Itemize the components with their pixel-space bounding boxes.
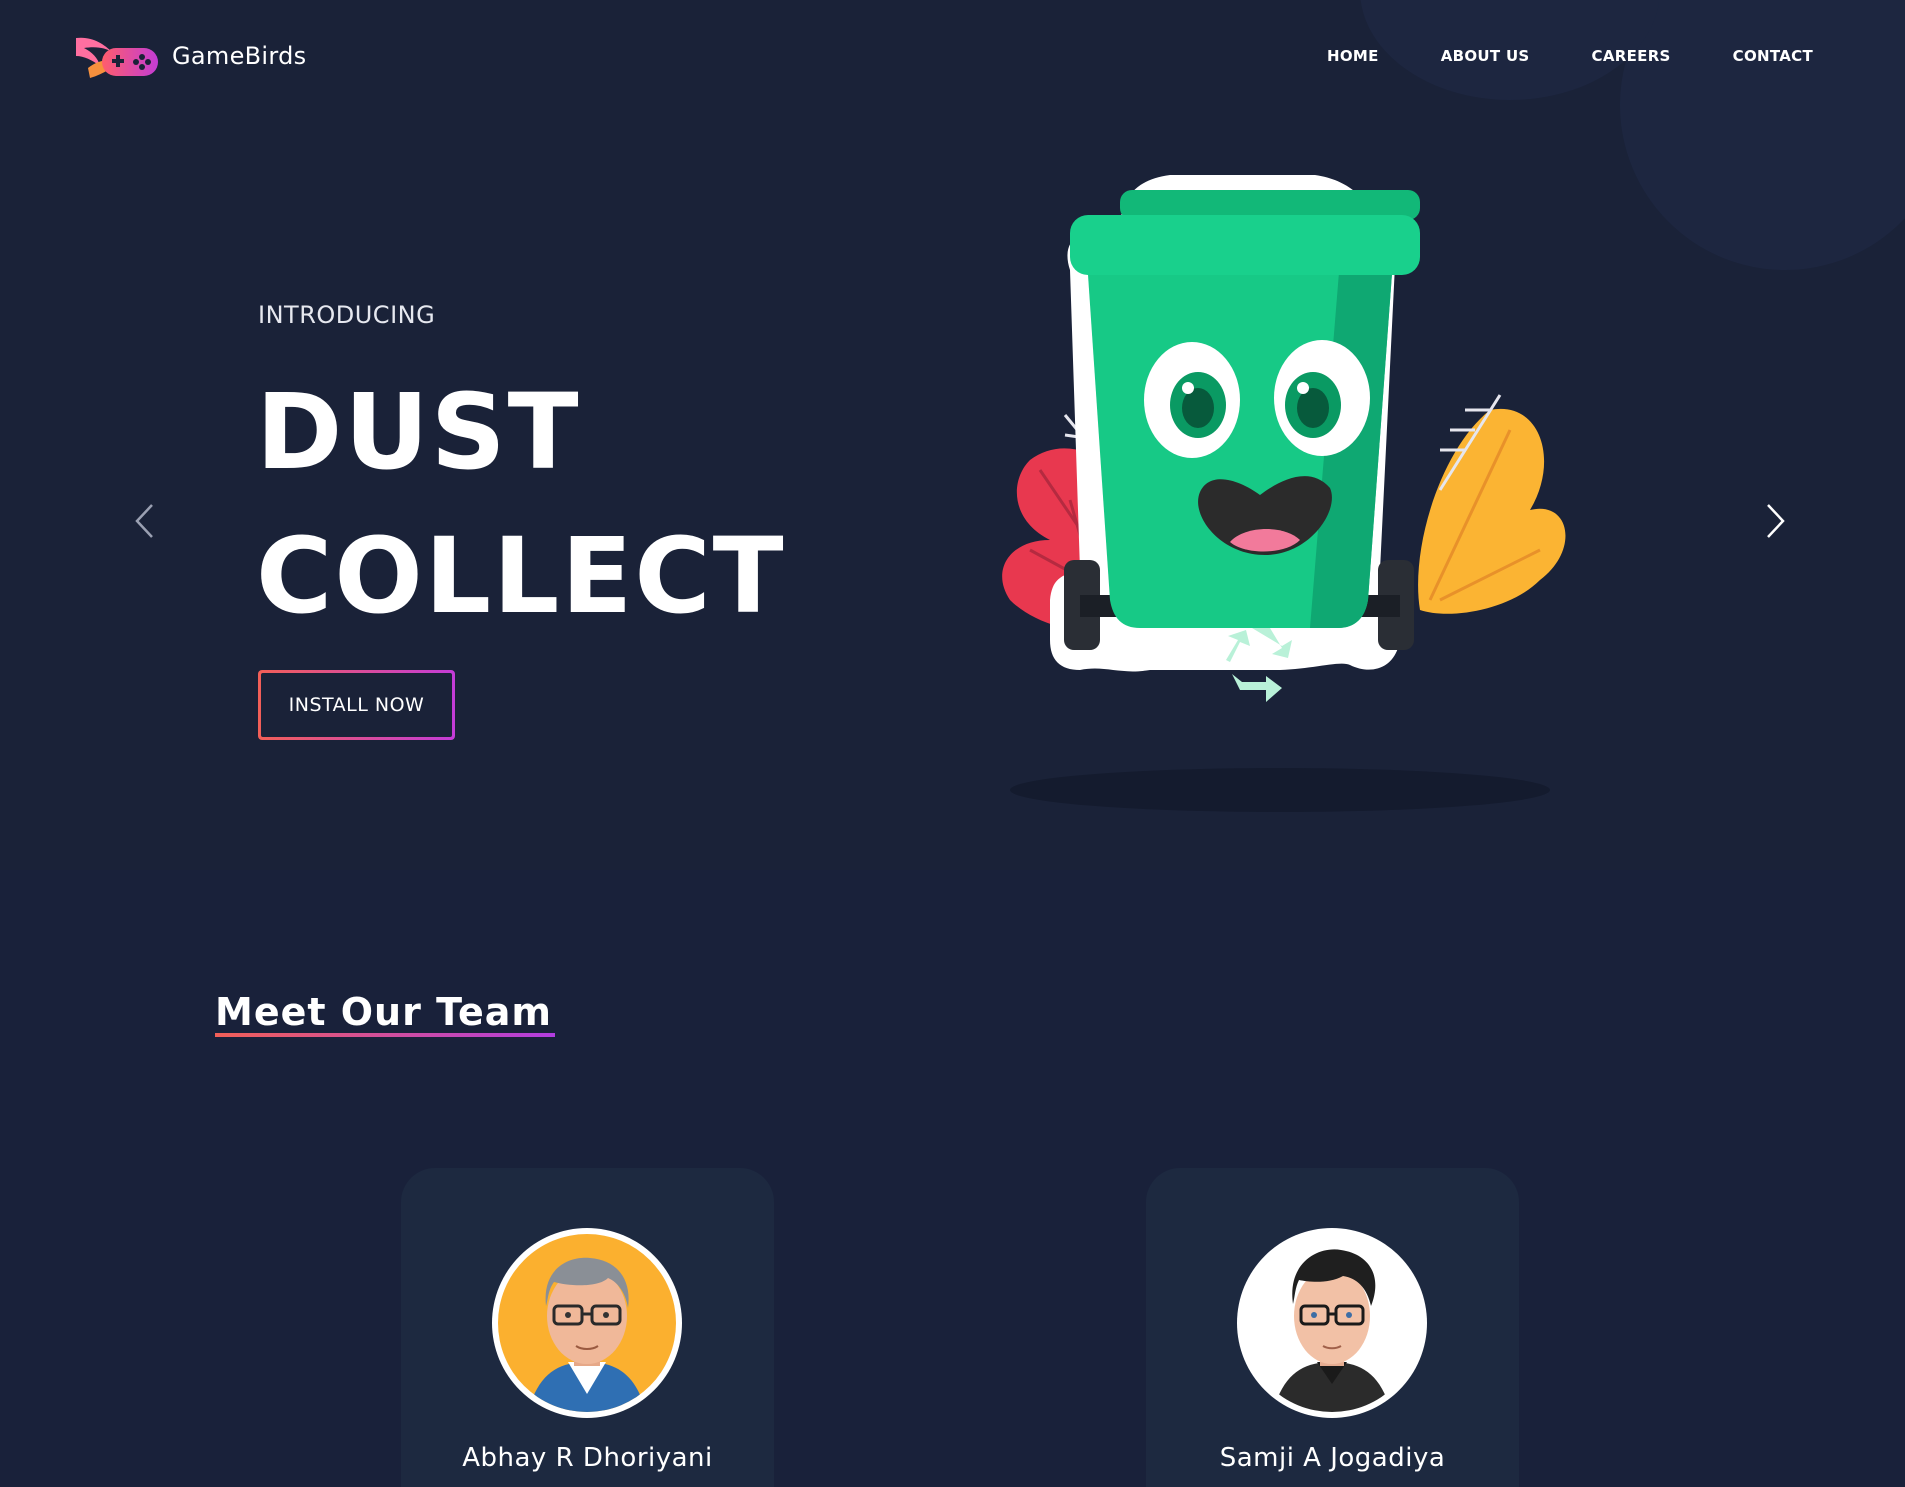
brand-name: GameBirds bbox=[172, 42, 307, 70]
chevron-right-icon bbox=[1767, 504, 1785, 538]
team-heading-underline bbox=[215, 1033, 555, 1037]
hero-intro-label: INTRODUCING bbox=[258, 301, 436, 329]
young-man-avatar-icon bbox=[1243, 1234, 1421, 1412]
team-member-card: Samji A Jogadiya bbox=[1146, 1168, 1519, 1487]
nav-careers[interactable]: CAREERS bbox=[1592, 47, 1671, 65]
team-member-name: Abhay R Dhoriyani bbox=[462, 1443, 713, 1473]
install-now-button[interactable]: INSTALL NOW bbox=[258, 670, 455, 740]
hero-carousel: GameBirds HOME ABOUT US CAREERS CONTACT … bbox=[0, 0, 1905, 870]
gamepad-bird-icon bbox=[76, 37, 158, 78]
team-member-card: Abhay R Dhoriyani bbox=[401, 1168, 774, 1487]
hero-title: DUST COLLECT bbox=[256, 360, 786, 648]
nav-about-us[interactable]: ABOUT US bbox=[1441, 47, 1530, 65]
chevron-left-icon bbox=[135, 504, 153, 538]
nav-contact[interactable]: CONTACT bbox=[1733, 47, 1813, 65]
main-nav: HOME ABOUT US CAREERS CONTACT bbox=[1327, 47, 1813, 65]
carousel-next-button[interactable] bbox=[1756, 498, 1796, 544]
nav-home[interactable]: HOME bbox=[1327, 47, 1379, 65]
site-header: GameBirds HOME ABOUT US CAREERS CONTACT bbox=[0, 0, 1905, 115]
hero-title-line2: COLLECT bbox=[256, 515, 786, 637]
avatar bbox=[1237, 1228, 1427, 1418]
team-heading: Meet Our Team bbox=[215, 990, 552, 1034]
avatar bbox=[492, 1228, 682, 1418]
carousel-prev-button[interactable] bbox=[124, 498, 164, 544]
hero-title-line1: DUST bbox=[256, 371, 581, 493]
team-member-name: Samji A Jogadiya bbox=[1219, 1443, 1446, 1473]
install-now-label: INSTALL NOW bbox=[261, 673, 452, 737]
brand-logo[interactable]: GameBirds bbox=[74, 30, 306, 82]
man-with-glasses-avatar-icon bbox=[498, 1234, 676, 1412]
trash-bin-mascot-illustration bbox=[1002, 175, 1566, 812]
